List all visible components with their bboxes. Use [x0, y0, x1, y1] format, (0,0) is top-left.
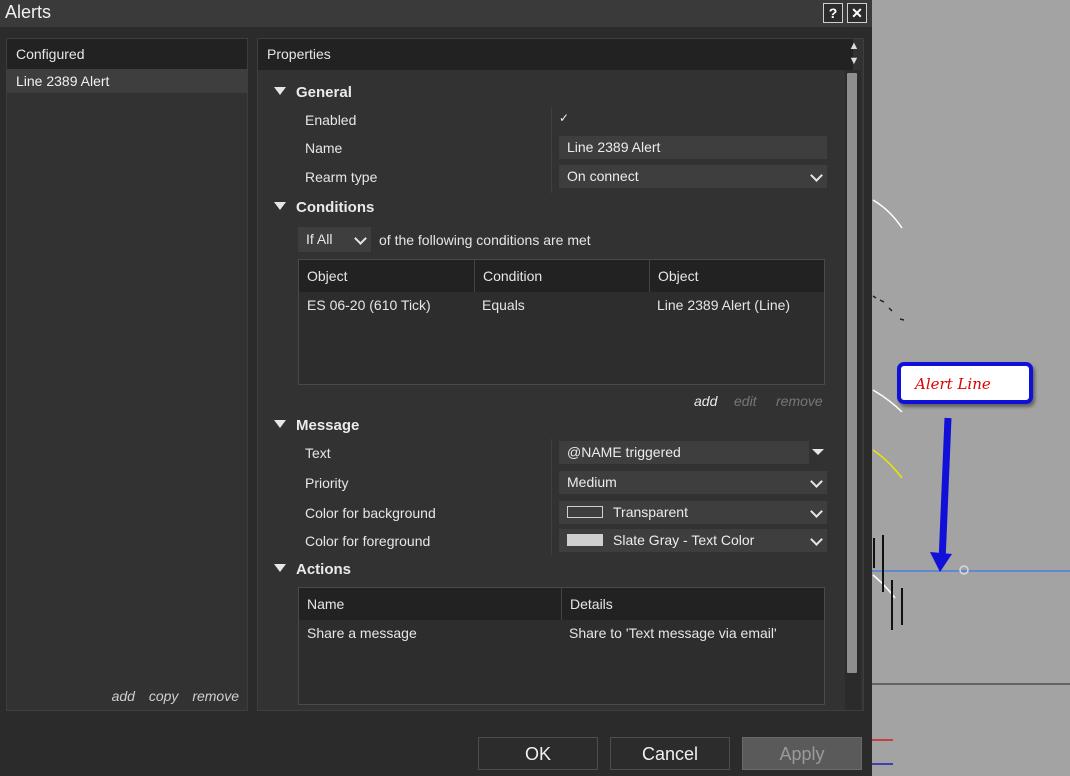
alert-line-callout: Alert Line [897, 362, 1033, 404]
table-cell: Share to 'Text message via email' [569, 625, 777, 641]
configured-header: Configured [7, 39, 247, 69]
dropdown-arrow-icon[interactable] [812, 449, 824, 455]
alerts-dialog: Alerts ? ✕ Configured Line 2389 Alert ad… [0, 0, 872, 776]
priority-label: Priority [305, 475, 349, 491]
priority-value: Medium [567, 474, 617, 490]
add-alert-link[interactable]: add [112, 688, 135, 704]
actions-table-header: Name Details [299, 588, 824, 620]
table-row[interactable]: Share a message Share to 'Text message v… [299, 620, 824, 646]
collapse-triangle-icon[interactable] [274, 87, 286, 96]
section-conditions-title: Conditions [296, 199, 375, 216]
column-header[interactable]: Condition [474, 260, 649, 292]
dash-3 [888, 307, 893, 312]
properties-header: Properties [258, 39, 853, 70]
enabled-label: Enabled [305, 112, 357, 128]
rearm-type-value: On connect [567, 168, 639, 184]
section-conditions[interactable]: Conditions [274, 199, 374, 216]
table-cell: ES 06-20 (610 Tick) [307, 297, 431, 313]
chevron-down-icon [810, 169, 823, 182]
name-input[interactable]: Line 2389 Alert [559, 136, 827, 159]
condition-mode-suffix: of the following conditions are met [379, 232, 591, 248]
fg-color-select[interactable]: Slate Gray - Text Color [559, 529, 827, 552]
section-message[interactable]: Message [274, 417, 359, 434]
transparent-swatch [567, 506, 603, 519]
condition-remove-link[interactable]: remove [776, 393, 823, 409]
title-bar: Alerts ? ✕ [0, 0, 872, 27]
chevron-down-icon [354, 232, 367, 245]
window-title: Alerts [5, 2, 52, 22]
condition-add-link[interactable]: add [694, 393, 717, 409]
priority-select[interactable]: Medium [559, 471, 827, 494]
callout-arrow [938, 417, 952, 563]
enabled-checkbox[interactable]: ✓ [559, 111, 573, 125]
bg-color-value: Transparent [613, 504, 688, 520]
cancel-button[interactable]: Cancel [610, 737, 730, 770]
name-label: Name [305, 140, 343, 156]
section-actions[interactable]: Actions [274, 561, 351, 578]
condition-mode-value: If All [306, 231, 333, 247]
column-header[interactable]: Name [299, 588, 561, 620]
apply-button[interactable]: Apply [742, 737, 862, 770]
column-header[interactable]: Object [299, 260, 474, 292]
property-divider [551, 107, 552, 193]
table-cell: Share a message [307, 625, 417, 641]
section-general[interactable]: General [274, 84, 352, 101]
configured-item-line-2389[interactable]: Line 2389 Alert [7, 69, 247, 93]
price-curve-1 [872, 199, 903, 229]
chevron-down-icon [810, 505, 823, 518]
copy-alert-link[interactable]: copy [149, 688, 179, 704]
section-general-title: General [296, 84, 352, 101]
conditions-table: Object Condition Object ES 06-20 (610 Ti… [298, 259, 825, 385]
condition-edit-link[interactable]: edit [734, 393, 757, 409]
chevron-down-icon [810, 533, 823, 546]
fg-color-label: Color for foreground [305, 533, 431, 549]
property-divider [551, 439, 552, 555]
collapse-triangle-icon[interactable] [274, 564, 286, 573]
help-button[interactable]: ? [823, 3, 843, 23]
bg-color-label: Color for background [305, 505, 436, 521]
callout-arrow-head [930, 552, 952, 572]
conditions-table-header: Object Condition Object [299, 260, 824, 292]
dash-1 [872, 295, 877, 299]
remove-alert-link[interactable]: remove [192, 688, 239, 704]
bg-color-select[interactable]: Transparent [559, 501, 827, 524]
properties-panel: Properties ▲ ▼ General Enabled ✓ Name Li… [257, 38, 864, 711]
configured-links: add copy remove [102, 688, 239, 704]
condition-mode-select[interactable]: If All [298, 227, 371, 252]
scrollbar-thumb[interactable] [847, 73, 857, 673]
scroll-up-arrow-icon[interactable]: ▲ [845, 39, 863, 54]
column-header[interactable]: Details [561, 588, 824, 620]
section-actions-title: Actions [296, 561, 352, 578]
dash-4 [899, 318, 905, 321]
table-cell: Line 2389 Alert (Line) [657, 297, 791, 313]
price-curve-3 [872, 449, 903, 479]
table-row[interactable]: ES 06-20 (610 Tick) Equals Line 2389 Ale… [299, 292, 824, 318]
message-text-input[interactable]: @NAME triggered [559, 441, 809, 464]
text-label: Text [305, 445, 331, 461]
section-message-title: Message [296, 417, 360, 434]
chevron-down-icon [810, 475, 823, 488]
collapse-triangle-icon[interactable] [274, 420, 286, 429]
slate-gray-swatch [567, 534, 603, 547]
actions-table: Name Details Share a message Share to 'T… [298, 587, 825, 705]
close-button[interactable]: ✕ [847, 3, 867, 23]
column-header[interactable]: Object [649, 260, 824, 292]
rearm-type-label: Rearm type [305, 169, 378, 185]
ok-button[interactable]: OK [478, 737, 598, 770]
rearm-type-select[interactable]: On connect [559, 165, 827, 188]
table-cell: Equals [482, 297, 525, 313]
collapse-triangle-icon[interactable] [274, 202, 286, 211]
configured-panel: Configured Line 2389 Alert add copy remo… [6, 38, 248, 711]
fg-color-value: Slate Gray - Text Color [613, 532, 755, 548]
scroll-down-arrow-icon[interactable]: ▼ [845, 54, 863, 69]
callout-text: Alert Line [915, 375, 991, 393]
dash-2 [879, 299, 885, 303]
alert-line-handle [959, 565, 969, 575]
